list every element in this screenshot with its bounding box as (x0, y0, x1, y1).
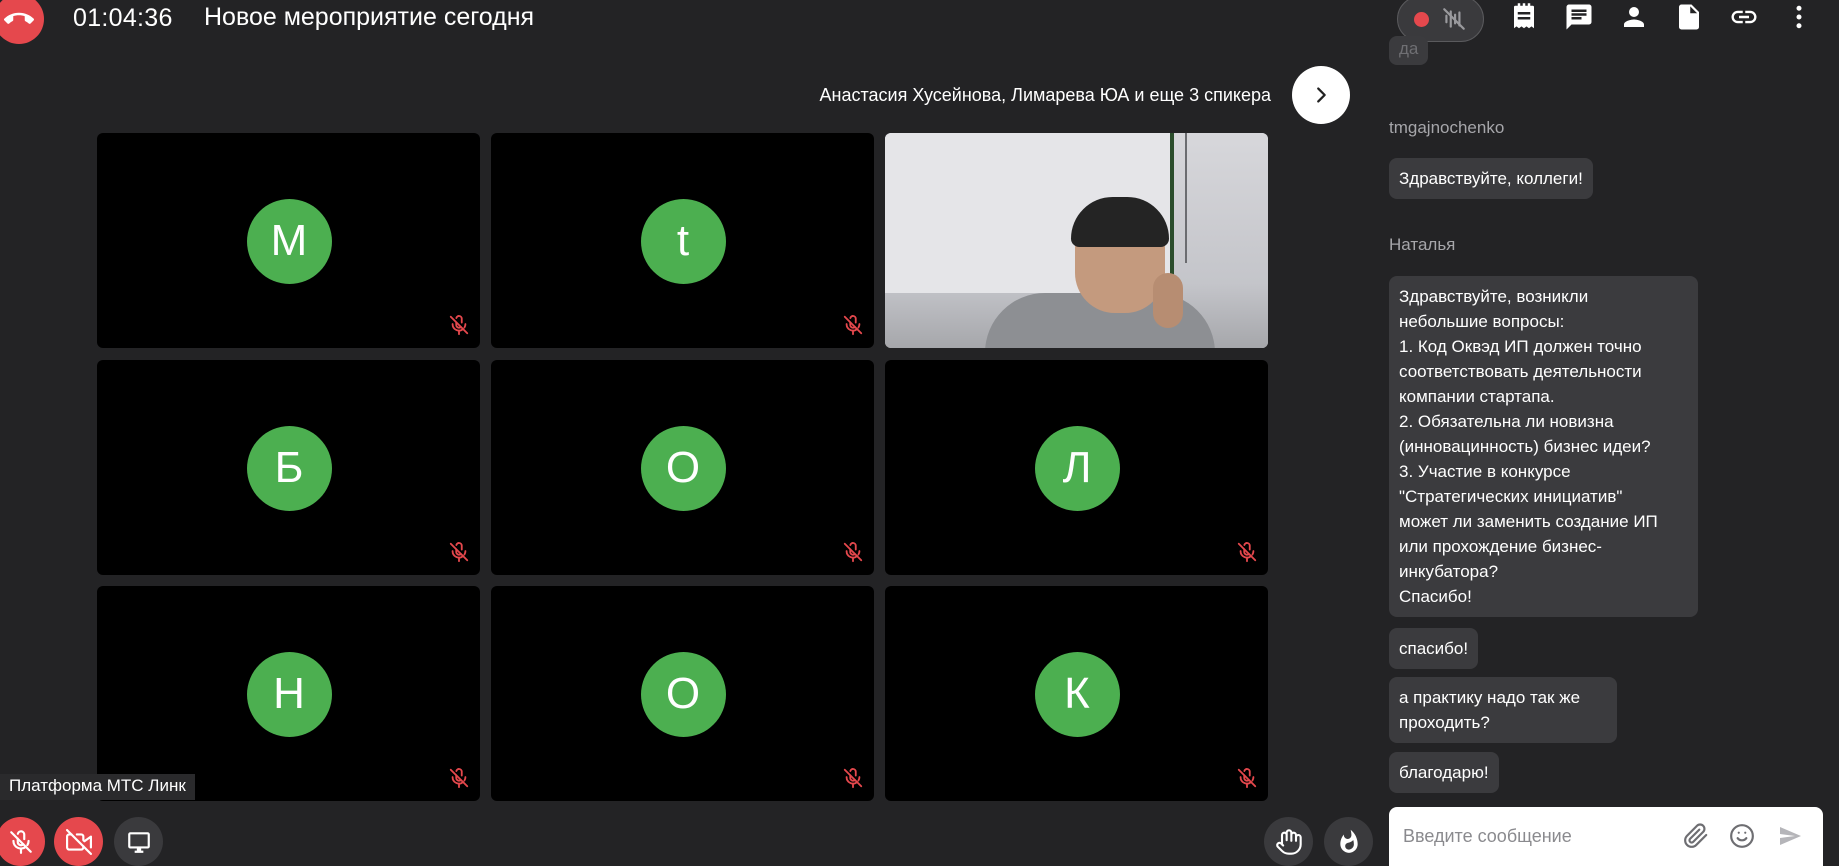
participant-tile[interactable]: M (97, 133, 480, 348)
chat-message-line: (инновацинность) бизнес идеи? (1399, 437, 1651, 456)
chat-panel: да tmgajnochenko Здравствуйте, коллеги! … (1389, 36, 1839, 802)
participant-video-tile[interactable] (885, 133, 1268, 348)
chat-message-line: "Стратегических инициатив" (1399, 487, 1623, 506)
chat-message-input[interactable] (1403, 821, 1663, 851)
mic-off-icon (1237, 768, 1257, 789)
mic-off-icon (843, 542, 863, 563)
speakers-list: Анастасия Хусейнова, Лимарева ЮА и еще 3… (819, 85, 1271, 105)
document-icon (1679, 4, 1699, 30)
participant-avatar: О (640, 651, 726, 737)
participant-tile[interactable]: Л (885, 360, 1268, 575)
mic-off-icon (449, 315, 469, 336)
chat-message-line: соответствовать деятельности (1399, 362, 1642, 381)
mic-off-icon (843, 315, 863, 336)
notes-button[interactable] (1507, 0, 1541, 34)
participant-tile[interactable]: О (491, 360, 874, 575)
phone-hangup-icon (4, 12, 34, 24)
fire-reaction-icon (1339, 829, 1358, 853)
mic-off-icon (449, 768, 469, 789)
chat-message-line: проходить? (1399, 713, 1490, 732)
chat-sender-name: tmgajnochenko (1389, 118, 1505, 137)
chat-message-line: может ли заменить создание ИП (1399, 512, 1658, 531)
chat-message: спасибо! (1389, 628, 1479, 669)
chat-message-line: инкубатора? (1399, 562, 1499, 581)
chat-message-line: а практику надо так же (1399, 688, 1581, 707)
participants-button[interactable] (1617, 0, 1651, 34)
send-icon (1780, 827, 1801, 845)
screen-share-icon (127, 831, 150, 853)
chat-icon (1566, 4, 1592, 30)
chat-message-line: Здравствуйте, возникли (1399, 287, 1589, 306)
raise-hand-button[interactable] (1264, 817, 1313, 866)
participant-avatar: M (246, 198, 332, 284)
chat-input-container (1389, 807, 1823, 866)
camera-toggle-button[interactable] (54, 817, 103, 866)
attach-icon (1684, 823, 1708, 848)
end-call-button[interactable] (0, 0, 44, 44)
screen-share-button[interactable] (114, 817, 163, 866)
meeting-title: Новое мероприятие сегодня (204, 3, 535, 31)
participant-avatar: t (640, 198, 726, 284)
participant-avatar: К (1034, 651, 1120, 737)
camera-off-icon (65, 828, 92, 855)
mic-toggle-button[interactable] (0, 817, 45, 866)
participant-tile[interactable]: t (491, 133, 874, 348)
call-timer: 01:04:36 (73, 4, 173, 32)
chat-message-line: небольшие вопросы: (1399, 312, 1565, 331)
emoji-icon (1730, 824, 1754, 848)
emoji-button[interactable] (1727, 821, 1757, 851)
chat-message: благодарю! (1389, 752, 1499, 793)
more-menu-button[interactable] (1782, 0, 1816, 34)
record-dot-icon (1414, 11, 1429, 27)
chat-message-line: Спасибо! (1399, 587, 1472, 606)
chat-message: а практику надо так же проходить? (1389, 677, 1617, 743)
next-speakers-button[interactable] (1292, 66, 1350, 124)
more-vertical-icon (1796, 5, 1802, 29)
mic-off-icon (9, 829, 32, 854)
copy-link-button[interactable] (1727, 0, 1761, 34)
participant-avatar: Н (246, 651, 332, 737)
participant-avatar: О (640, 425, 726, 511)
attach-button[interactable] (1681, 821, 1711, 851)
chat-message-line: 2. Обязательна ли новизна (1399, 412, 1614, 431)
person-icon (1624, 7, 1644, 27)
chevron-right-icon (1317, 87, 1326, 103)
reactions-button[interactable] (1324, 817, 1373, 866)
chat-message-line: или прохождение бизнес- (1399, 537, 1602, 556)
chat-toggle-button[interactable] (1562, 0, 1596, 34)
send-button[interactable] (1775, 821, 1805, 851)
chat-message: Здравствуйте, возникли небольшие вопросы… (1389, 276, 1698, 617)
camera-feed (885, 133, 1268, 348)
raise-hand-icon (1275, 828, 1302, 855)
participant-tile[interactable]: Б (97, 360, 480, 575)
platform-label: Платформа МТС Линк (0, 774, 195, 800)
participant-avatar: Л (1034, 425, 1120, 511)
participant-tile[interactable]: К (885, 586, 1268, 801)
mic-off-icon (1237, 542, 1257, 563)
notes-icon (1514, 3, 1534, 29)
participant-tile[interactable]: Н (97, 586, 480, 801)
chat-message-line: 1. Код Оквэд ИП должен точно (1399, 337, 1642, 356)
files-button[interactable] (1672, 0, 1706, 34)
mic-off-icon (449, 542, 469, 563)
participant-tile[interactable]: О (491, 586, 874, 801)
chat-message: Здравствуйте, коллеги! (1389, 158, 1593, 199)
chat-message-line: 3. Участие в конкурсе (1399, 462, 1571, 481)
link-icon (1731, 10, 1757, 24)
chat-message-line: компании стартапа. (1399, 387, 1555, 406)
chat-sender-name: Наталья (1389, 235, 1456, 254)
participant-avatar: Б (246, 425, 332, 511)
mic-off-icon (843, 768, 863, 789)
audio-off-icon (1443, 8, 1465, 30)
chat-message: да (1389, 36, 1429, 65)
